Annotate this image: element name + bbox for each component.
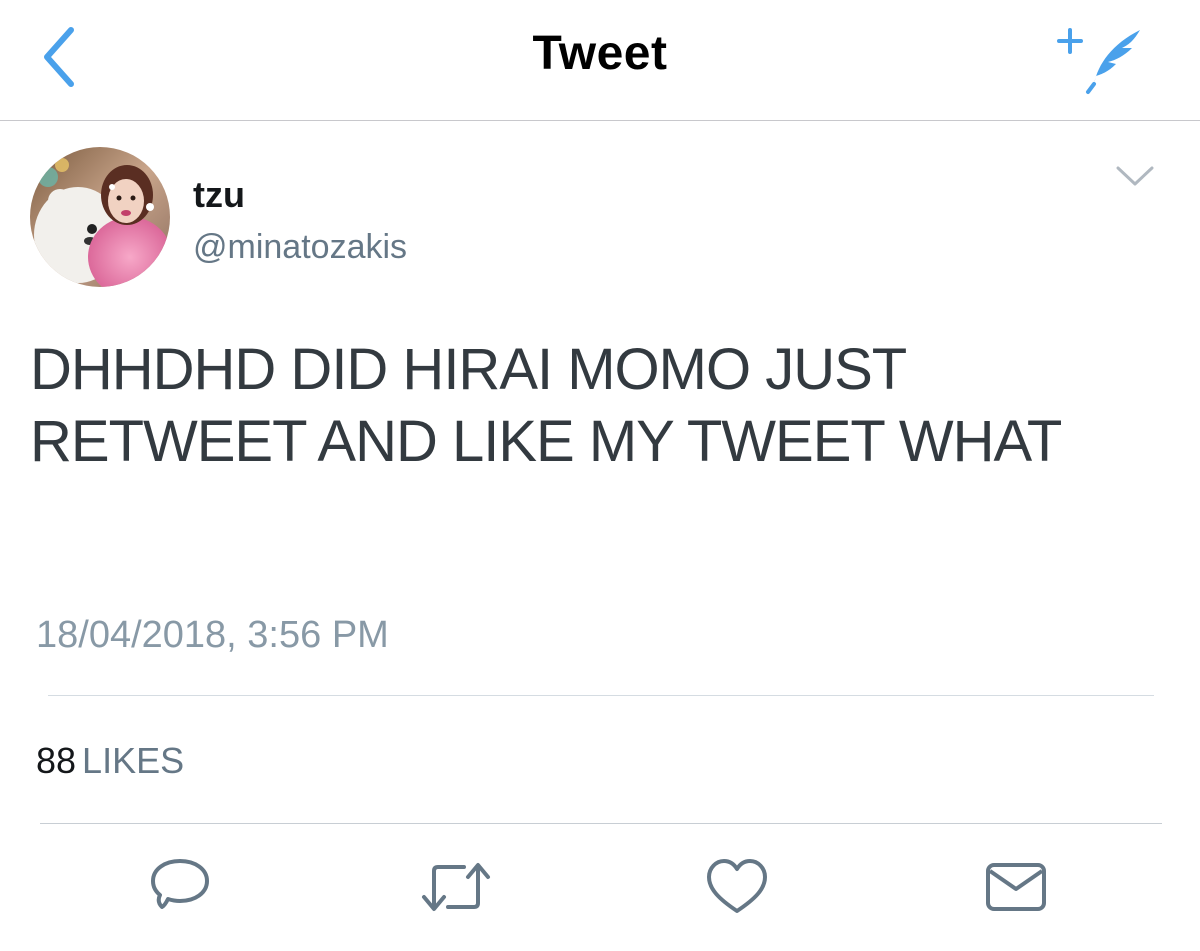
compose-tweet-icon — [1057, 28, 1140, 94]
reply-button[interactable] — [140, 850, 220, 924]
retweet-icon — [422, 863, 490, 911]
likes-count: 88 — [36, 740, 77, 781]
navigation-bar: Tweet — [0, 0, 1200, 121]
retweet-button[interactable] — [416, 850, 496, 924]
likes-label: LIKES — [82, 740, 185, 781]
tweet-options-button[interactable] — [1112, 158, 1158, 194]
divider — [48, 695, 1154, 696]
like-button[interactable] — [697, 850, 777, 924]
chevron-down-icon — [1116, 166, 1154, 186]
heart-icon — [707, 859, 767, 913]
envelope-icon — [986, 863, 1046, 911]
tweet-text: DHHDHD DID HIRAI MOMO JUST RETWEET AND L… — [30, 337, 1062, 474]
compose-tweet-button[interactable] — [1054, 20, 1150, 96]
avatar-image — [30, 147, 170, 287]
reply-icon — [151, 859, 209, 909]
avatar[interactable] — [30, 147, 170, 287]
direct-message-button[interactable] — [976, 850, 1056, 924]
divider — [40, 823, 1162, 824]
tweet-timestamp: 18/04/2018, 3:56 PM — [36, 614, 389, 656]
author-display-name[interactable]: tzu — [193, 174, 245, 216]
page-title: Tweet — [532, 27, 668, 80]
author-handle[interactable]: @minatozakis — [193, 228, 407, 267]
likes-count-link[interactable]: 88 LIKES — [36, 740, 184, 782]
